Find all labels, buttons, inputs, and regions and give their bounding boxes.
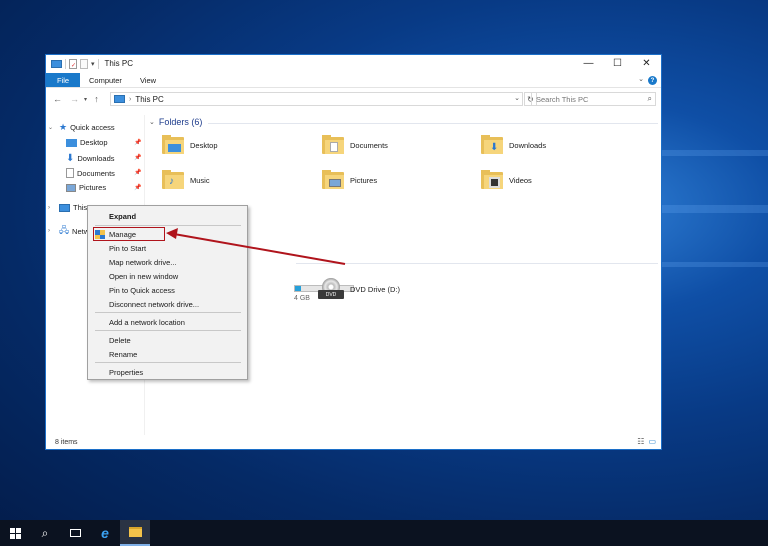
internet-explorer-icon: e <box>101 525 109 541</box>
windows-logo-icon <box>9 527 21 539</box>
task-view-icon <box>69 529 81 537</box>
file-explorer-taskbar-button[interactable] <box>120 520 150 546</box>
start-button[interactable] <box>0 520 30 546</box>
annotation-arrow-shaft <box>173 233 346 265</box>
task-view-button[interactable] <box>60 520 90 546</box>
file-explorer-icon <box>128 527 142 537</box>
search-icon: ⌕ <box>41 525 49 540</box>
annotation-arrow-head <box>166 228 178 239</box>
internet-explorer-button[interactable]: e <box>90 520 120 546</box>
annotation-arrow <box>166 228 346 265</box>
search-button[interactable]: ⌕ <box>30 520 60 546</box>
taskbar: ⌕ e <box>0 520 768 546</box>
